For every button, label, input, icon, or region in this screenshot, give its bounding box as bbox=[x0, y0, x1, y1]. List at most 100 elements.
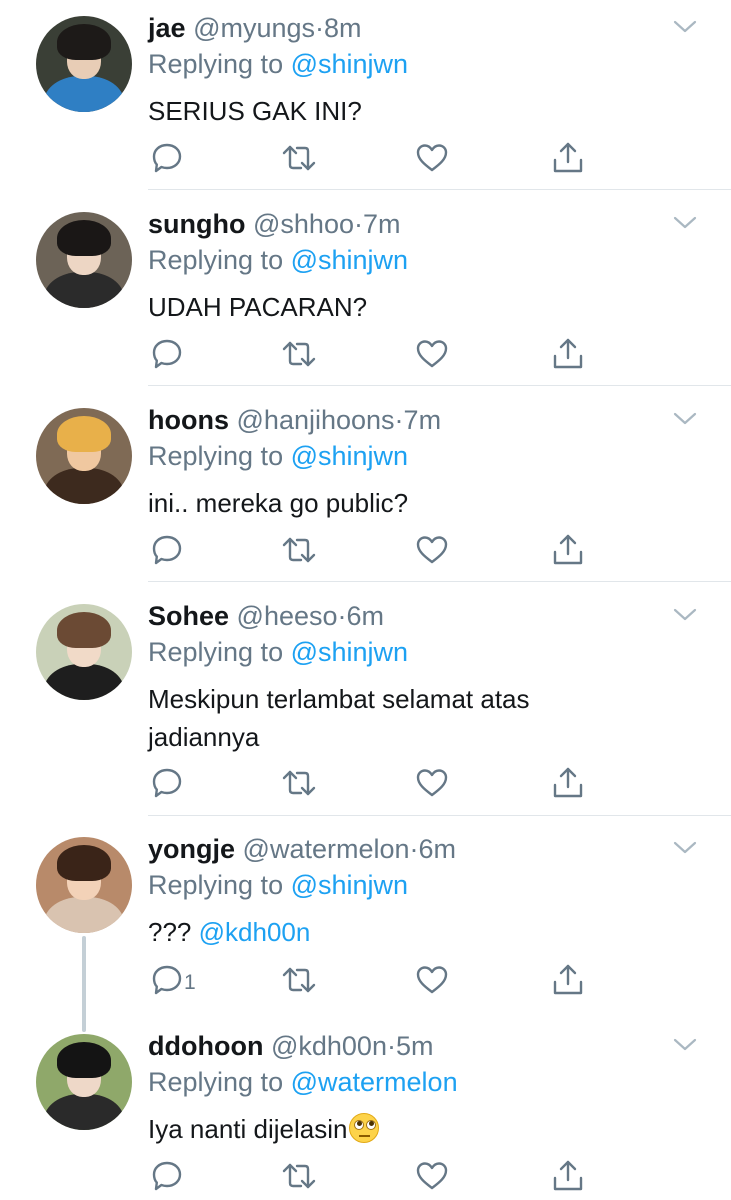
chevron-down-icon[interactable] bbox=[672, 604, 698, 624]
reply-button[interactable] bbox=[150, 337, 184, 371]
heart-outline-icon bbox=[416, 769, 448, 797]
share-button[interactable] bbox=[551, 141, 585, 175]
tweet[interactable]: sungho @shhoo·7m Replying to @shinjwn UD… bbox=[0, 196, 731, 386]
display-name[interactable]: yongje bbox=[148, 834, 235, 864]
retweet-button[interactable] bbox=[282, 337, 316, 371]
retweet-button[interactable] bbox=[282, 141, 316, 175]
reply-button[interactable] bbox=[150, 533, 184, 567]
tweet-header: yongje @watermelon·6m bbox=[148, 831, 456, 867]
timestamp[interactable]: 6m bbox=[419, 834, 457, 864]
tweet-mention[interactable]: @kdh00n bbox=[199, 917, 311, 947]
avatar[interactable] bbox=[36, 212, 132, 308]
share-upload-icon bbox=[553, 964, 583, 995]
user-handle[interactable]: @myungs bbox=[193, 13, 315, 43]
reply-button[interactable] bbox=[150, 963, 184, 997]
chevron-down-icon[interactable] bbox=[672, 408, 698, 428]
separator-dot: · bbox=[353, 209, 363, 239]
retweet-button[interactable] bbox=[282, 533, 316, 567]
separator-dot: · bbox=[315, 13, 325, 43]
tweet[interactable]: Sohee @heeso·6m Replying to @shinjwn Mes… bbox=[0, 588, 731, 816]
timestamp[interactable]: 8m bbox=[324, 13, 362, 43]
reply-button[interactable] bbox=[150, 141, 184, 175]
chevron-down-icon[interactable] bbox=[672, 837, 698, 857]
reply-button[interactable] bbox=[150, 1159, 184, 1193]
user-handle[interactable]: @kdh00n bbox=[271, 1031, 387, 1061]
share-button[interactable] bbox=[551, 766, 585, 800]
replying-to: Replying to @shinjwn bbox=[148, 634, 408, 670]
chevron-down-icon[interactable] bbox=[672, 16, 698, 36]
share-button[interactable] bbox=[551, 533, 585, 567]
divider bbox=[148, 385, 731, 386]
retweet-arrows-icon bbox=[282, 967, 316, 993]
avatar[interactable] bbox=[36, 604, 132, 700]
like-button[interactable] bbox=[415, 766, 449, 800]
heart-outline-icon bbox=[416, 340, 448, 368]
avatar[interactable] bbox=[36, 837, 132, 933]
replying-to-label: Replying to bbox=[148, 870, 284, 900]
retweet-arrows-icon bbox=[282, 145, 316, 171]
tweet-header: Sohee @heeso·6m bbox=[148, 598, 384, 634]
rolling-eyes-emoji-icon bbox=[349, 1113, 380, 1143]
tweet-text: Meskipun terlambat selamat atas jadianny… bbox=[148, 684, 530, 752]
replying-to-mention[interactable]: @shinjwn bbox=[291, 49, 408, 79]
tweet[interactable]: yongje @watermelon·6m Replying to @shinj… bbox=[0, 821, 731, 1021]
share-button[interactable] bbox=[551, 337, 585, 371]
user-handle[interactable]: @hanjihoons bbox=[237, 405, 395, 435]
like-button[interactable] bbox=[415, 1159, 449, 1193]
display-name[interactable]: sungho bbox=[148, 209, 245, 239]
retweet-button[interactable] bbox=[282, 766, 316, 800]
speech-bubble-icon bbox=[152, 768, 182, 798]
replying-to-mention[interactable]: @shinjwn bbox=[291, 245, 408, 275]
replying-to: Replying to @shinjwn bbox=[148, 46, 408, 82]
replying-to-label: Replying to bbox=[148, 245, 284, 275]
display-name[interactable]: jae bbox=[148, 13, 186, 43]
chevron-down-icon[interactable] bbox=[672, 1034, 698, 1054]
replying-to-mention[interactable]: @shinjwn bbox=[291, 441, 408, 471]
timestamp[interactable]: 7m bbox=[363, 209, 401, 239]
reply-button[interactable] bbox=[150, 766, 184, 800]
display-name[interactable]: ddohoon bbox=[148, 1031, 263, 1061]
replying-to-mention[interactable]: @shinjwn bbox=[291, 870, 408, 900]
replying-to: Replying to @shinjwn bbox=[148, 242, 408, 278]
separator-dot: · bbox=[386, 1031, 396, 1061]
share-button[interactable] bbox=[551, 1159, 585, 1193]
display-name[interactable]: Sohee bbox=[148, 601, 229, 631]
user-handle[interactable]: @heeso bbox=[237, 601, 338, 631]
like-button[interactable] bbox=[415, 533, 449, 567]
user-handle[interactable]: @watermelon bbox=[243, 834, 410, 864]
avatar[interactable] bbox=[36, 16, 132, 112]
tweet-text: ini.. mereka go public? bbox=[148, 488, 409, 518]
share-upload-icon bbox=[553, 1160, 583, 1191]
timestamp[interactable]: 7m bbox=[404, 405, 442, 435]
retweet-arrows-icon bbox=[282, 1163, 316, 1189]
retweet-button[interactable] bbox=[282, 963, 316, 997]
like-button[interactable] bbox=[415, 963, 449, 997]
separator-dot: · bbox=[337, 601, 347, 631]
timestamp[interactable]: 6m bbox=[347, 601, 385, 631]
speech-bubble-icon bbox=[152, 1161, 182, 1191]
like-button[interactable] bbox=[415, 141, 449, 175]
tweet[interactable]: hoons @hanjihoons·7m Replying to @shinjw… bbox=[0, 392, 731, 582]
tweet[interactable]: ddohoon @kdh00n·5m Replying to @watermel… bbox=[0, 1018, 731, 1200]
replying-to: Replying to @watermelon bbox=[148, 1064, 458, 1100]
avatar[interactable] bbox=[36, 408, 132, 504]
heart-outline-icon bbox=[416, 966, 448, 994]
display-name[interactable]: hoons bbox=[148, 405, 229, 435]
replying-to-mention[interactable]: @shinjwn bbox=[291, 637, 408, 667]
replying-to-mention[interactable]: @watermelon bbox=[291, 1067, 458, 1097]
tweet-text-body: ??? bbox=[148, 917, 192, 947]
avatar[interactable] bbox=[36, 1034, 132, 1130]
tweet-header: jae @myungs·8m bbox=[148, 10, 362, 46]
tweet[interactable]: jae @myungs·8m Replying to @shinjwn SERI… bbox=[0, 0, 731, 190]
chevron-down-icon[interactable] bbox=[672, 212, 698, 232]
like-button[interactable] bbox=[415, 337, 449, 371]
tweet-text-body: Iya nanti dijelasin bbox=[148, 1114, 348, 1144]
separator-dot: · bbox=[394, 405, 404, 435]
timestamp[interactable]: 5m bbox=[396, 1031, 434, 1061]
retweet-button[interactable] bbox=[282, 1159, 316, 1193]
retweet-arrows-icon bbox=[282, 537, 316, 563]
heart-outline-icon bbox=[416, 144, 448, 172]
speech-bubble-icon bbox=[152, 535, 182, 565]
share-button[interactable] bbox=[551, 963, 585, 997]
user-handle[interactable]: @shhoo bbox=[253, 209, 354, 239]
